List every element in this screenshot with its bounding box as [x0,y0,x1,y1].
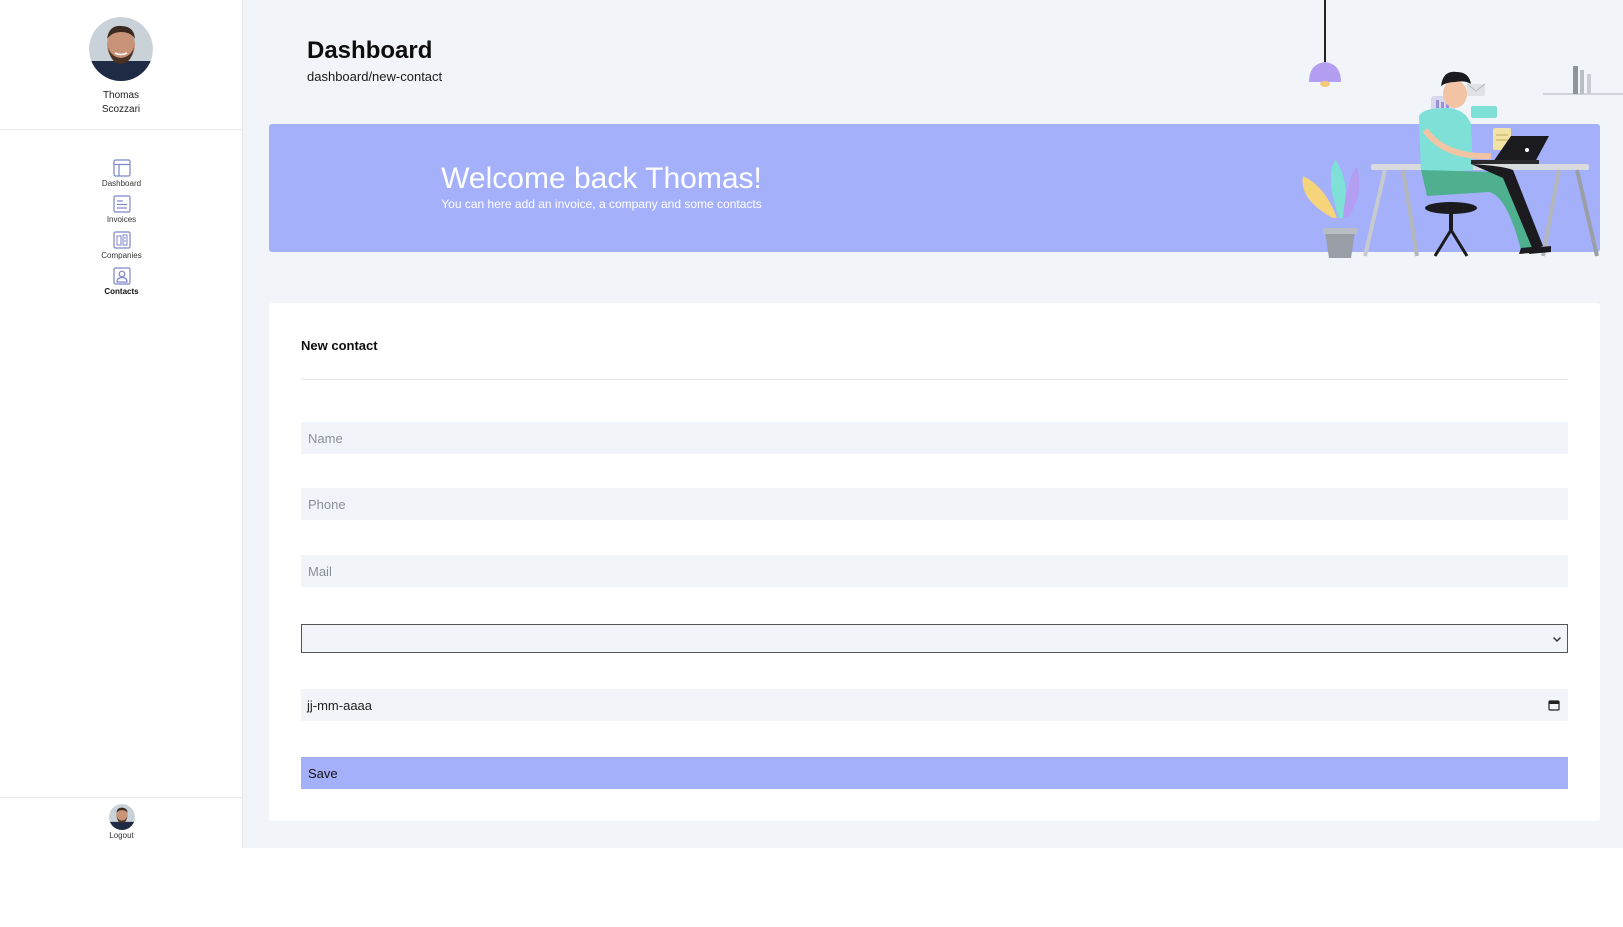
sidebar-item-label: Contacts [104,287,139,296]
avatar [89,17,153,81]
layout-icon [112,159,131,177]
avatar [108,804,135,830]
logout-label: Logout [109,831,134,840]
date-placeholder: jj-mm-aaaa [307,697,373,713]
app-root: Thomas Scozzari Dashboard Invoices Compa… [0,0,1623,848]
sidebar-item-label: Companies [101,251,142,260]
save-button[interactable]: Save [301,757,1568,789]
sidebar-item-companies[interactable]: Companies [82,230,162,266]
sidebar-item-label: Invoices [106,215,137,224]
profile-name: Thomas Scozzari [91,89,151,117]
banner-subtitle: You can here add an invoice, a company a… [441,197,762,211]
new-contact-card: New contact jj-mm-aaaa Save [269,303,1600,821]
page-title: Dashboard [307,37,433,64]
sidebar-item-contacts[interactable]: Contacts [82,266,162,302]
card-title: New contact [301,338,378,353]
sidebar-item-label: Dashboard [101,179,142,188]
mail-input[interactable] [301,555,1568,587]
sidebar-nav: Dashboard Invoices Companies Contacts [0,158,243,302]
calendar-icon[interactable] [1548,699,1560,711]
phone-input[interactable] [301,488,1568,520]
banner-title: Welcome back Thomas! [441,162,762,195]
profile-section: Thomas Scozzari [0,0,242,130]
company-select[interactable] [301,624,1568,653]
user-icon [112,267,131,285]
building-icon [112,231,131,249]
sidebar-item-dashboard[interactable]: Dashboard [82,158,162,194]
list-icon [112,195,131,213]
chevron-down-icon [1552,636,1562,642]
workspace-illustration [1302,0,1623,258]
profile-last-name: Scozzari [101,104,141,115]
sidebar-item-invoices[interactable]: Invoices [82,194,162,230]
breadcrumb: dashboard/new-contact [307,69,443,84]
sidebar: Thomas Scozzari Dashboard Invoices Compa… [0,0,243,848]
profile-first-name: Thomas [102,90,140,101]
name-input[interactable] [301,422,1568,454]
logout-button[interactable]: Logout [0,797,243,848]
divider [301,379,1568,380]
date-input[interactable]: jj-mm-aaaa [301,689,1568,721]
main-content: Dashboard dashboard/new-contact Welcome … [243,0,1623,848]
